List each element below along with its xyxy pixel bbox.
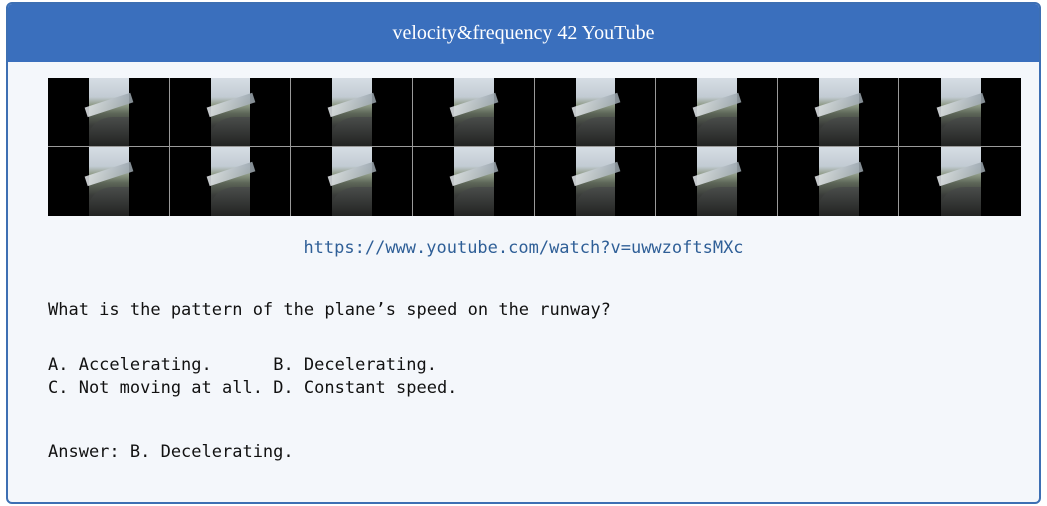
video-frame: [48, 78, 170, 147]
video-frame: [169, 78, 292, 147]
option-d: D. Constant speed.: [273, 378, 458, 398]
video-frame: [412, 78, 535, 147]
video-frame: [169, 147, 292, 216]
answer-options: A. Accelerating. B. Decelerating. C. Not…: [48, 354, 457, 400]
video-frame: [899, 147, 1021, 216]
video-frame: [534, 78, 657, 147]
video-frame: [899, 78, 1021, 147]
video-frame: [777, 147, 900, 216]
video-frame: [656, 147, 778, 216]
options-row-2: C. Not moving at all. D. Constant speed.: [48, 377, 457, 400]
options-row-1: A. Accelerating. B. Decelerating.: [48, 354, 457, 377]
video-frame: [534, 147, 657, 216]
video-frame: [291, 78, 413, 147]
option-c: C. Not moving at all.: [48, 378, 263, 398]
qa-card: velocity&frequency 42 YouTube https://ww…: [6, 2, 1041, 504]
question-text: What is the pattern of the plane’s speed…: [48, 300, 611, 320]
answer-text: Answer: B. Decelerating.: [48, 442, 294, 462]
option-a: A. Accelerating.: [48, 355, 212, 375]
option-b: B. Decelerating.: [273, 355, 437, 375]
video-frame: [48, 147, 170, 216]
video-frame: [656, 78, 778, 147]
video-frame: [291, 147, 413, 216]
video-link[interactable]: https://www.youtube.com/watch?v=uwwzofts…: [8, 238, 1039, 258]
video-frame-strip: [48, 78, 1021, 216]
card-title: velocity&frequency 42 YouTube: [8, 4, 1039, 62]
video-frame: [777, 78, 900, 147]
video-frame: [412, 147, 535, 216]
